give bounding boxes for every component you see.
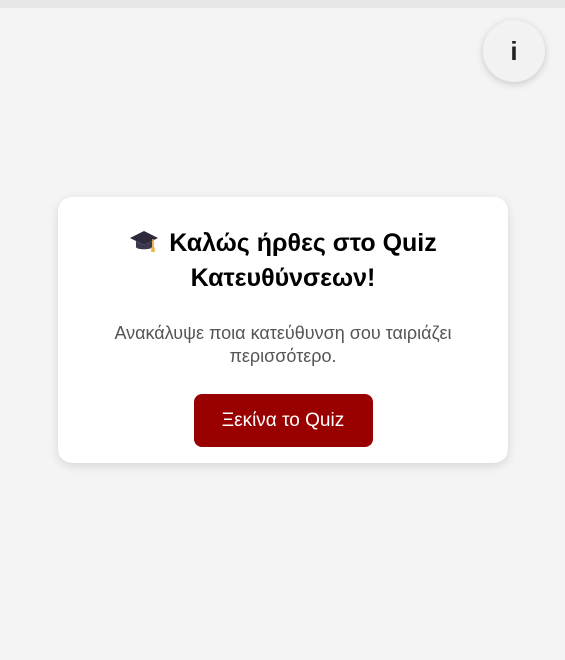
welcome-subtitle: Ανακάλυψε ποια κατεύθυνση σου ταιριάζει … xyxy=(114,323,452,366)
start-quiz-button[interactable]: Ξεκίνα το Quiz xyxy=(193,394,373,447)
info-button-label: i xyxy=(510,35,518,66)
welcome-title: Καλώς ήρθες στο Quiz Κατευθύνσεων! xyxy=(169,229,437,292)
info-button[interactable]: i xyxy=(483,20,545,82)
welcome-title-heading: Καλώς ήρθες στο Quiz Κατευθύνσεων! xyxy=(92,227,474,294)
welcome-card: Καλώς ήρθες στο Quiz Κατευθύνσεων! Ανακά… xyxy=(58,197,508,463)
top-bar xyxy=(0,0,565,8)
graduation-cap-icon xyxy=(129,228,159,262)
